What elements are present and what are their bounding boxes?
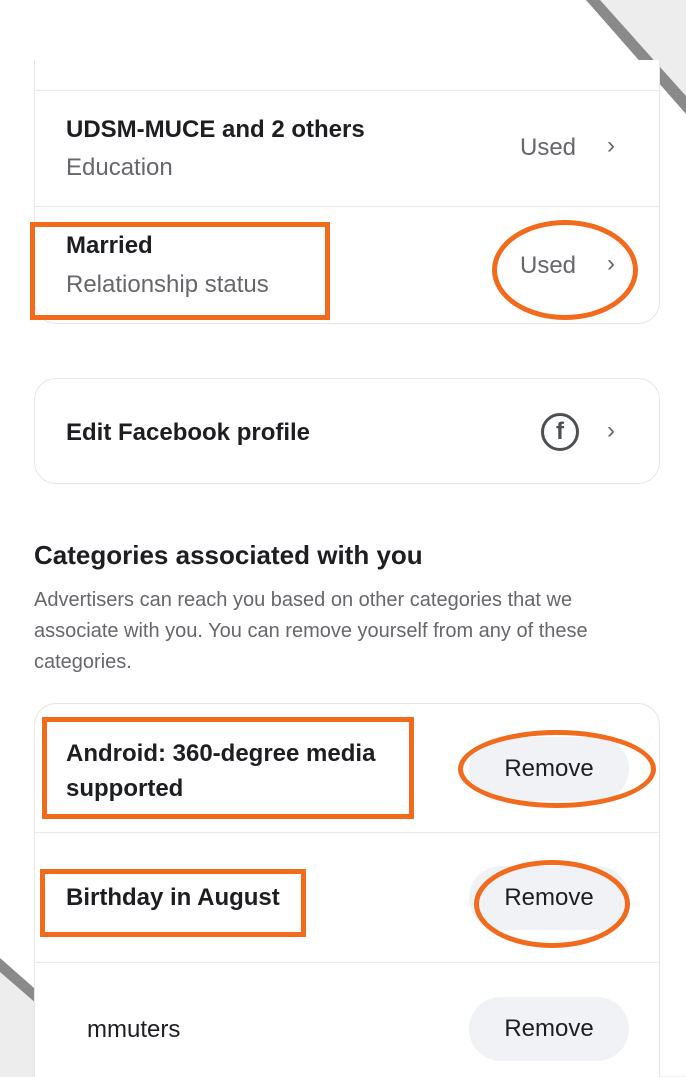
highlight-circle	[474, 860, 630, 948]
chevron-right-icon: ›	[607, 132, 615, 159]
profile-item-education[interactable]: UDSM-MUCE and 2 others Education Used ›	[35, 90, 659, 206]
edit-facebook-profile-label: Edit Facebook profile	[66, 419, 311, 446]
section-heading: Categories associated with you	[34, 540, 423, 570]
highlight-box	[40, 869, 306, 937]
category-item: mmuters Remove	[35, 962, 659, 1077]
used-status: Used	[520, 134, 577, 161]
highlight-box	[42, 717, 414, 819]
highlight-circle	[458, 730, 656, 808]
highlight-circle	[492, 220, 638, 320]
profile-item-title: UDSM-MUCE and 2 others	[66, 116, 365, 143]
profile-item-subtitle: Education	[66, 154, 173, 181]
highlight-box	[30, 222, 330, 320]
section-description: Advertisers can reach you based on other…	[34, 589, 588, 673]
chevron-right-icon: ›	[607, 417, 615, 444]
category-label: mmuters	[87, 1016, 181, 1043]
edit-facebook-profile-card[interactable]: Edit Facebook profile f ›	[34, 378, 660, 484]
remove-button[interactable]: Remove	[469, 997, 629, 1061]
facebook-icon: f	[541, 413, 579, 451]
